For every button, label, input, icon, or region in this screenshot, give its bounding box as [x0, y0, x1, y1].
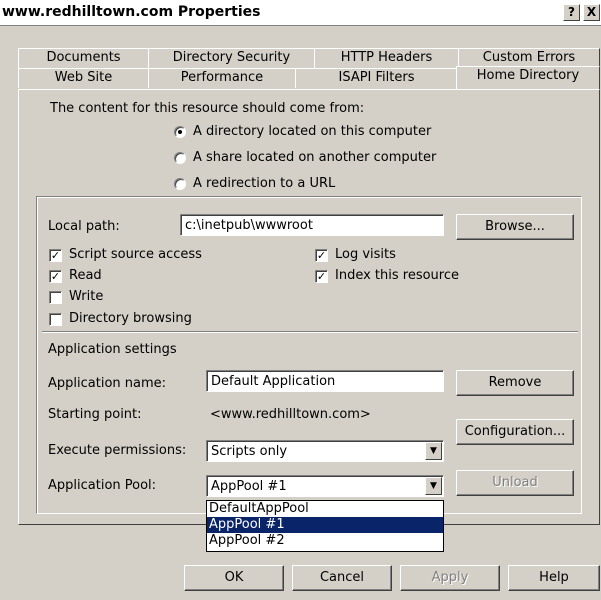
log-visits-checkbox[interactable]: ✓: [315, 249, 328, 262]
cancel-button[interactable]: Cancel: [292, 565, 392, 591]
title-bar[interactable]: www.redhilltown.com Properties ? X: [0, 0, 601, 26]
radio-url-redirection-label[interactable]: A redirection to a URL: [193, 176, 335, 191]
tab-web-site[interactable]: Web Site: [18, 68, 149, 88]
log-visits-label[interactable]: Log visits: [335, 247, 396, 262]
help-button[interactable]: Help: [508, 565, 600, 591]
app-pool-value: AppPool #1: [211, 479, 287, 494]
local-path-label: Local path:: [48, 219, 120, 234]
script-source-access-checkbox[interactable]: ✓: [49, 249, 62, 262]
app-pool-select[interactable]: AppPool #1 ▼: [206, 475, 444, 497]
script-source-access-label[interactable]: Script source access: [69, 247, 202, 262]
local-path-input[interactable]: c:\inetpub\wwwroot: [180, 214, 444, 236]
tab-performance[interactable]: Performance: [148, 68, 296, 88]
execute-permissions-select[interactable]: Scripts only ▼: [206, 440, 444, 462]
chevron-down-icon[interactable]: ▼: [425, 477, 442, 495]
index-resource-checkbox[interactable]: ✓: [315, 270, 328, 283]
directory-browsing-label[interactable]: Directory browsing: [69, 311, 192, 326]
execute-permissions-label: Execute permissions:: [48, 443, 187, 458]
write-label[interactable]: Write: [69, 289, 103, 304]
pool-option-default[interactable]: DefaultAppPool: [207, 501, 443, 517]
starting-point-value: <www.redhilltown.com>: [210, 407, 371, 422]
app-pool-label: Application Pool:: [48, 478, 157, 493]
radio-local-directory[interactable]: [174, 126, 186, 138]
group-divider: [42, 331, 578, 333]
window-title: www.redhilltown.com Properties: [2, 4, 261, 20]
close-title-button[interactable]: X: [583, 4, 600, 21]
starting-point-label: Starting point:: [48, 407, 142, 422]
tab-directory-security[interactable]: Directory Security: [148, 48, 315, 68]
content-source-heading: The content for this resource should com…: [50, 101, 365, 116]
app-name-input[interactable]: Default Application: [206, 370, 444, 392]
radio-network-share[interactable]: [174, 152, 186, 164]
radio-local-directory-label[interactable]: A directory located on this computer: [193, 124, 431, 139]
configuration-button[interactable]: Configuration...: [456, 419, 574, 445]
execute-permissions-value: Scripts only: [211, 444, 288, 459]
apply-button[interactable]: Apply: [400, 565, 500, 591]
ok-button[interactable]: OK: [184, 565, 284, 591]
app-settings-heading: Application settings: [48, 342, 177, 357]
write-checkbox[interactable]: [49, 291, 62, 304]
radio-url-redirection[interactable]: [174, 178, 186, 190]
help-title-button[interactable]: ?: [563, 4, 580, 21]
app-pool-dropdown-list[interactable]: DefaultAppPool AppPool #1 AppPool #2: [206, 500, 444, 552]
tab-isapi-filters[interactable]: ISAPI Filters: [295, 68, 458, 88]
radio-network-share-label[interactable]: A share located on another computer: [193, 150, 436, 165]
unload-button[interactable]: Unload: [456, 470, 574, 496]
directory-browsing-checkbox[interactable]: [49, 313, 62, 326]
read-checkbox[interactable]: ✓: [49, 270, 62, 283]
tab-custom-errors[interactable]: Custom Errors: [458, 48, 600, 68]
index-resource-label[interactable]: Index this resource: [335, 268, 459, 283]
read-label[interactable]: Read: [69, 268, 102, 283]
app-name-label: Application name:: [48, 376, 167, 391]
tab-http-headers[interactable]: HTTP Headers: [314, 48, 459, 68]
pool-option-apppool1[interactable]: AppPool #1: [207, 517, 443, 533]
tab-documents[interactable]: Documents: [18, 48, 149, 68]
tab-home-directory[interactable]: Home Directory: [456, 66, 600, 89]
remove-button[interactable]: Remove: [456, 370, 574, 396]
pool-option-apppool2[interactable]: AppPool #2: [207, 533, 443, 549]
browse-button[interactable]: Browse...: [456, 214, 574, 240]
properties-dialog: www.redhilltown.com Properties ? X Docum…: [0, 0, 601, 600]
chevron-down-icon[interactable]: ▼: [425, 442, 442, 460]
